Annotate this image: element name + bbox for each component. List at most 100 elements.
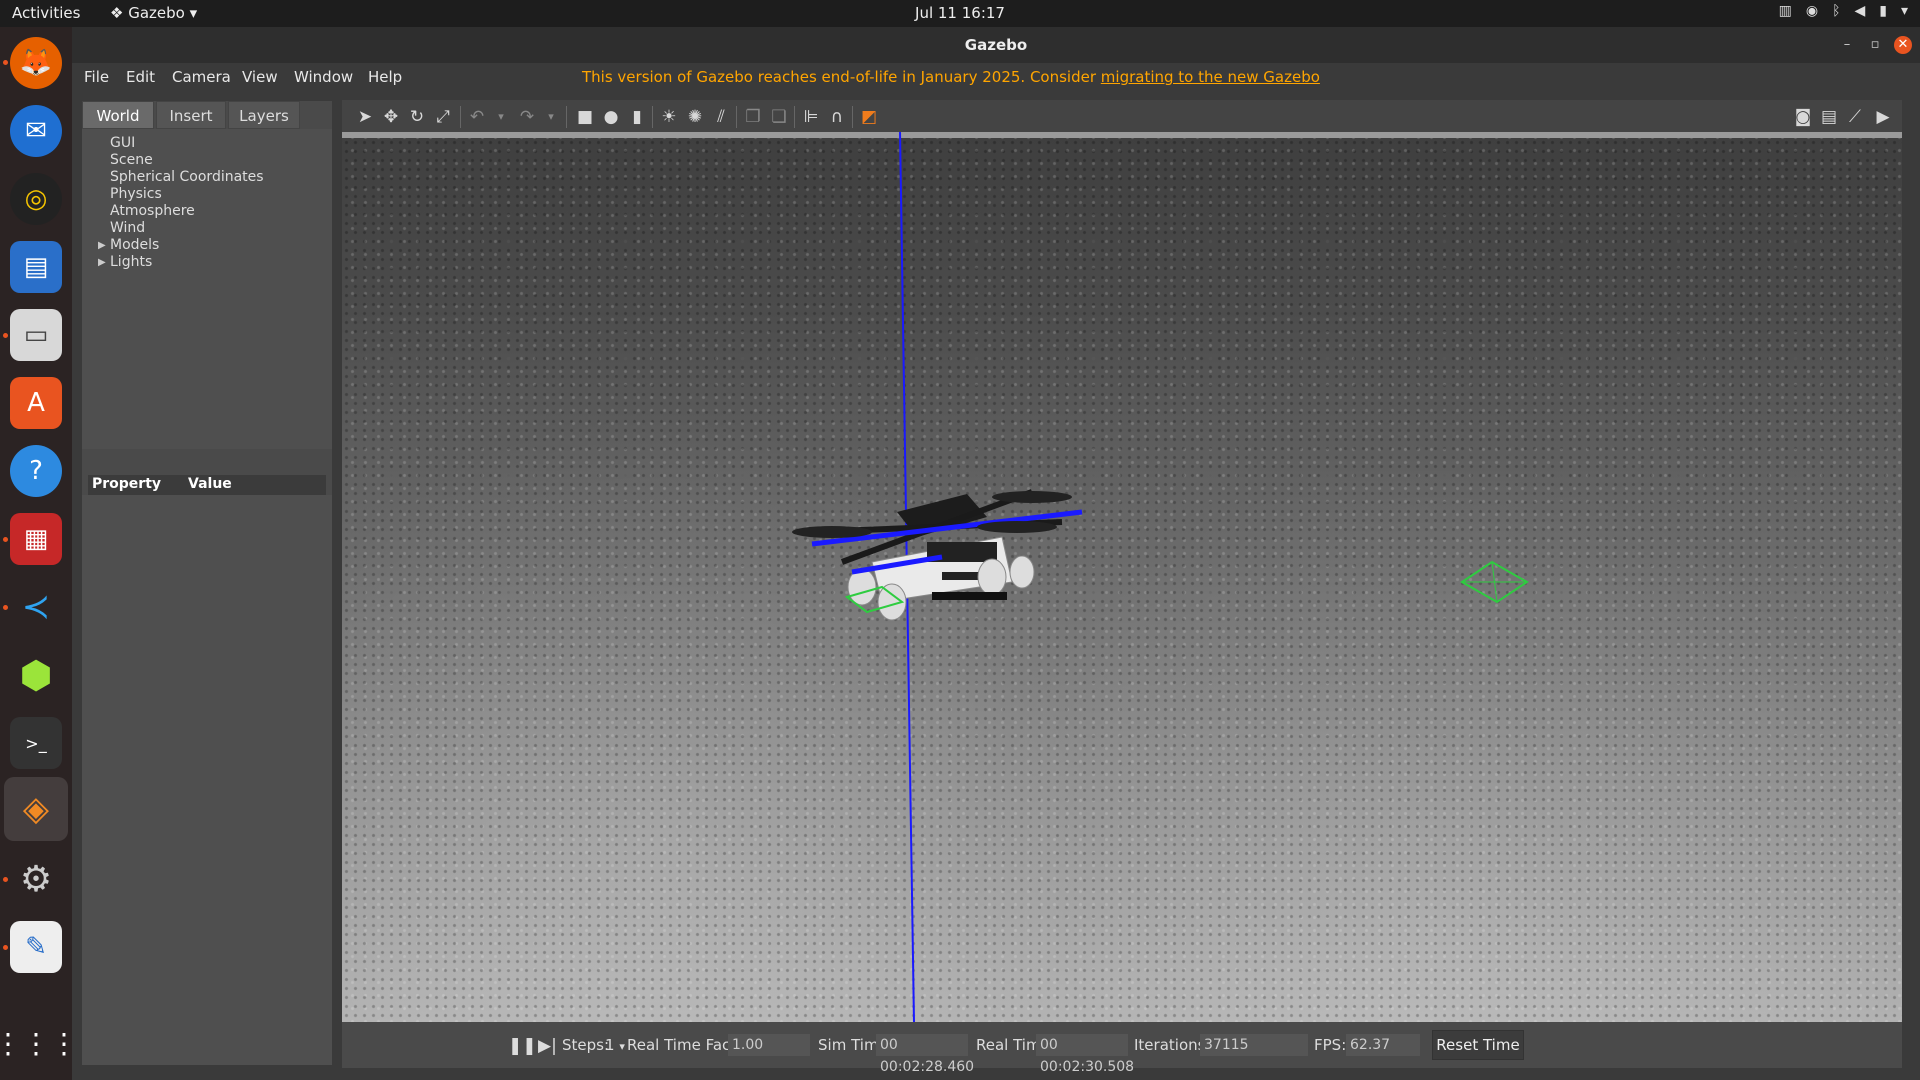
toolbar-separator — [652, 106, 653, 128]
tree-item-physics[interactable]: Physics — [110, 186, 332, 203]
software-icon[interactable]: A — [10, 377, 62, 429]
sphere-shape-icon[interactable]: ● — [600, 106, 622, 128]
system-tray[interactable]: ▥ ◉ ᛒ ◀ ▮ ▾ — [1779, 3, 1908, 19]
drone-model — [792, 489, 1083, 621]
migration-link[interactable]: migrating to the new Gazebo — [1101, 68, 1320, 86]
tab-insert[interactable]: Insert — [156, 101, 226, 129]
plot-icon[interactable]: ⟋ — [1844, 106, 1866, 128]
directional-light-icon[interactable]: ⫽ — [710, 106, 732, 128]
3d-scene[interactable] — [342, 132, 1902, 1022]
clock[interactable]: Jul 11 16:17 — [0, 4, 1920, 22]
chevron-down-icon[interactable]: ▾ — [540, 106, 562, 128]
fps-value: 62.37 — [1346, 1034, 1420, 1056]
iterations-value: 37115 — [1200, 1034, 1308, 1056]
tree-item-models[interactable]: ▶ Models — [98, 237, 332, 254]
undo-icon[interactable]: ↶ — [466, 106, 488, 128]
menu-file[interactable]: File — [84, 68, 109, 86]
wifi-icon[interactable]: ◉ — [1806, 3, 1818, 19]
battery-icon[interactable]: ▮ — [1879, 3, 1887, 19]
property-table — [82, 495, 332, 1065]
expand-arrow-icon[interactable]: ▶ — [98, 237, 106, 254]
chevron-down-icon[interactable]: ▾ — [1901, 3, 1908, 19]
expand-arrow-icon[interactable]: ▶ — [98, 254, 106, 271]
tab-world[interactable]: World — [82, 101, 154, 129]
scene-overlay — [792, 132, 1529, 1022]
help-icon[interactable]: ? — [10, 445, 62, 497]
terminal-app-icon[interactable]: ▦ — [10, 513, 62, 565]
video-record-icon[interactable]: ▶ — [1872, 106, 1894, 128]
menu-camera[interactable]: Camera — [172, 68, 231, 86]
green-marker-right — [1460, 560, 1529, 604]
apps-grid-icon[interactable]: ⋮⋮⋮ — [0, 1017, 78, 1069]
volume-icon[interactable]: ◀ — [1854, 3, 1865, 19]
pause-icon[interactable]: ❚❚ — [508, 1036, 537, 1056]
files-icon[interactable]: ▭ — [10, 309, 62, 361]
translate-mode-icon[interactable]: ✥ — [380, 106, 402, 128]
view-angle-icon[interactable]: ◩ — [858, 106, 880, 128]
terminal-icon[interactable]: >_ — [10, 717, 62, 769]
align-icon[interactable]: ⊫ — [800, 106, 822, 128]
select-mode-icon[interactable]: ➤ — [354, 106, 376, 128]
scale-mode-icon[interactable]: ⤢ — [432, 106, 454, 128]
steps-label: Steps: — [562, 1036, 610, 1054]
rhythmbox-icon[interactable]: ◎ — [10, 173, 62, 225]
rotate-mode-icon[interactable]: ↻ — [406, 106, 428, 128]
step-icon[interactable]: ▶| — [538, 1036, 557, 1056]
reset-time-button[interactable]: Reset Time — [1432, 1030, 1524, 1060]
cube-icon[interactable]: ⬢ — [10, 649, 62, 701]
toolbar: ➤ ✥ ↻ ⤢ ↶ ▾ ↷ ▾ ■ ● ▮ ☀ ✺ ⫽ ❐ ❏ ⊫ ∩ ◩ ◙ — [342, 100, 1902, 132]
menu-edit[interactable]: Edit — [126, 68, 155, 86]
property-column-header: Property — [92, 476, 162, 492]
tab-layers[interactable]: Layers — [228, 101, 300, 129]
sim-time-value: 00 00:02:28.460 — [876, 1034, 974, 1075]
spot-light-icon[interactable]: ✺ — [684, 106, 706, 128]
gazebo-icon[interactable]: ◈ — [4, 777, 68, 841]
menu-help[interactable]: Help — [368, 68, 402, 86]
toolbar-separator — [736, 106, 737, 128]
running-indicator — [3, 537, 8, 542]
tree-item-scene[interactable]: Scene — [110, 152, 332, 169]
tree-item-label: Models — [110, 237, 160, 253]
left-panel: World Insert Layers GUI Scene Spherical … — [82, 101, 332, 1065]
real-time-value: 00 00:02:30.508 — [1036, 1034, 1134, 1075]
text-editor-icon[interactable]: ✎ — [10, 921, 62, 973]
real-time-factor-value: 1.00 — [728, 1034, 810, 1056]
cylinder-shape-icon[interactable]: ▮ — [626, 106, 648, 128]
menu-view[interactable]: View — [242, 68, 278, 86]
menu-window[interactable]: Window — [294, 68, 353, 86]
toolbar-separator — [852, 106, 853, 128]
minimize-icon[interactable]: – — [1838, 36, 1856, 54]
indicator-icon[interactable]: ▥ — [1779, 3, 1792, 19]
maximize-icon[interactable]: ▫ — [1866, 36, 1884, 54]
writer-icon[interactable]: ▤ — [10, 241, 62, 293]
running-indicator — [3, 877, 8, 882]
tree-item-atmosphere[interactable]: Atmosphere — [110, 203, 332, 220]
box-shape-icon[interactable]: ■ — [574, 106, 596, 128]
bluetooth-icon[interactable]: ᛒ — [1832, 3, 1840, 19]
viewport-area: ➤ ✥ ↻ ⤢ ↶ ▾ ↷ ▾ ■ ● ▮ ☀ ✺ ⫽ ❐ ❏ ⊫ ∩ ◩ ◙ — [342, 100, 1902, 1075]
snap-icon[interactable]: ∩ — [826, 106, 848, 128]
fps-label: FPS: — [1314, 1036, 1347, 1054]
tree-item-lights[interactable]: ▶ Lights — [98, 254, 332, 271]
steps-stepper[interactable]: 1 ▾ — [605, 1036, 625, 1054]
copy-icon[interactable]: ❐ — [742, 106, 764, 128]
settings-icon[interactable]: ⚙ — [10, 853, 62, 905]
thunderbird-icon[interactable]: ✉ — [10, 105, 62, 157]
chevron-down-icon[interactable]: ▾ — [490, 106, 512, 128]
tree-item-spherical-coordinates[interactable]: Spherical Coordinates — [110, 169, 332, 186]
paste-icon[interactable]: ❏ — [768, 106, 790, 128]
tree-item-gui[interactable]: GUI — [110, 135, 332, 152]
tree-item-wind[interactable]: Wind — [110, 220, 332, 237]
redo-icon[interactable]: ↷ — [516, 106, 538, 128]
gazebo-window: Gazebo – ▫ ✕ File Edit Camera View Windo… — [72, 27, 1920, 1080]
top-bar: Activities ❖ Gazebo ▾ Jul 11 16:17 ▥ ◉ ᛒ… — [0, 0, 1920, 27]
point-light-icon[interactable]: ☀ — [658, 106, 680, 128]
menu-bar: File Edit Camera View Window Help This v… — [72, 63, 1920, 91]
property-header: Property Value — [88, 475, 326, 495]
log-icon[interactable]: ▤ — [1818, 106, 1840, 128]
vscode-icon[interactable]: ≺ — [10, 581, 62, 633]
tree-item-label: Lights — [110, 254, 153, 270]
firefox-icon[interactable]: 🦊 — [10, 37, 62, 89]
screenshot-icon[interactable]: ◙ — [1792, 106, 1814, 128]
close-icon[interactable]: ✕ — [1894, 36, 1912, 54]
